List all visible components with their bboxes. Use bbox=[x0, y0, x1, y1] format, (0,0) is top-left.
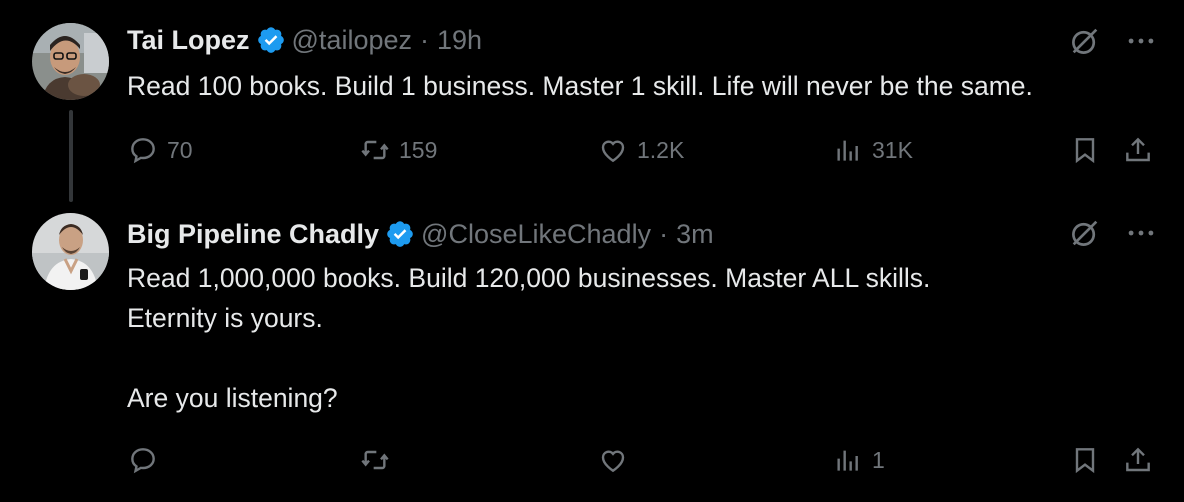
repost-button[interactable]: 159 bbox=[359, 130, 437, 170]
timestamp[interactable]: 3m bbox=[676, 219, 714, 250]
grok-icon[interactable] bbox=[1068, 216, 1102, 250]
like-icon bbox=[601, 140, 625, 163]
tweet-header: Tai Lopez @tailopez · 19h bbox=[127, 22, 482, 58]
share-icon bbox=[1126, 447, 1150, 472]
tweet-actions: 1 bbox=[127, 440, 1162, 480]
grok-icon[interactable] bbox=[1068, 24, 1102, 58]
tweet-actions: 70 159 1.2K 31K bbox=[127, 130, 1162, 170]
like-button[interactable]: 1.2K bbox=[597, 130, 684, 170]
reply-icon bbox=[131, 448, 155, 474]
timestamp[interactable]: 19h bbox=[437, 25, 482, 56]
user-handle[interactable]: @tailopez bbox=[292, 25, 412, 56]
bookmark-icon bbox=[1075, 448, 1095, 474]
avatar[interactable] bbox=[32, 23, 109, 100]
views-icon bbox=[837, 140, 858, 161]
repost-count: 159 bbox=[399, 136, 438, 163]
tweet-text: Read 1,000,000 books. Build 120,000 busi… bbox=[127, 263, 931, 413]
share-button[interactable] bbox=[1122, 130, 1154, 170]
more-icon[interactable] bbox=[1124, 24, 1158, 58]
bookmark-button[interactable] bbox=[1069, 440, 1101, 480]
verified-badge-icon bbox=[385, 219, 415, 249]
tweet-text: Read 100 books. Build 1 business. Master… bbox=[127, 71, 1033, 101]
tweet[interactable]: Big Pipeline Chadly @CloseLikeChadly · 3… bbox=[0, 196, 1184, 502]
repost-icon bbox=[361, 450, 389, 470]
bookmark-icon bbox=[1075, 138, 1095, 164]
verified-badge-icon bbox=[256, 25, 286, 55]
like-icon bbox=[601, 450, 625, 473]
like-count: 1.2K bbox=[637, 136, 685, 163]
more-icon[interactable] bbox=[1124, 216, 1158, 250]
share-icon bbox=[1126, 137, 1150, 162]
display-name[interactable]: Tai Lopez bbox=[127, 25, 250, 56]
thread-line bbox=[69, 110, 73, 202]
separator-dot: · bbox=[420, 24, 429, 55]
separator-dot: · bbox=[659, 218, 669, 249]
tweet-header: Big Pipeline Chadly @CloseLikeChadly · 3… bbox=[127, 216, 714, 252]
reply-icon bbox=[131, 138, 155, 164]
like-button[interactable] bbox=[597, 440, 637, 480]
share-button[interactable] bbox=[1122, 440, 1154, 480]
views-icon bbox=[837, 450, 858, 471]
reply-button[interactable]: 70 bbox=[127, 130, 193, 170]
views-button[interactable]: 1 bbox=[832, 440, 885, 480]
bookmark-button[interactable] bbox=[1069, 130, 1101, 170]
avatar[interactable] bbox=[32, 213, 109, 290]
views-button[interactable]: 31K bbox=[832, 130, 913, 170]
user-handle[interactable]: @CloseLikeChadly bbox=[421, 219, 651, 250]
repost-icon bbox=[361, 140, 389, 160]
reply-button[interactable] bbox=[127, 440, 167, 480]
reply-count: 70 bbox=[167, 136, 193, 163]
views-count: 1 bbox=[872, 446, 885, 473]
repost-button[interactable] bbox=[359, 440, 399, 480]
views-count: 31K bbox=[872, 136, 913, 163]
tweet[interactable]: Tai Lopez @tailopez · 19h Read 100 books… bbox=[0, 0, 1184, 202]
display-name[interactable]: Big Pipeline Chadly bbox=[127, 219, 379, 250]
